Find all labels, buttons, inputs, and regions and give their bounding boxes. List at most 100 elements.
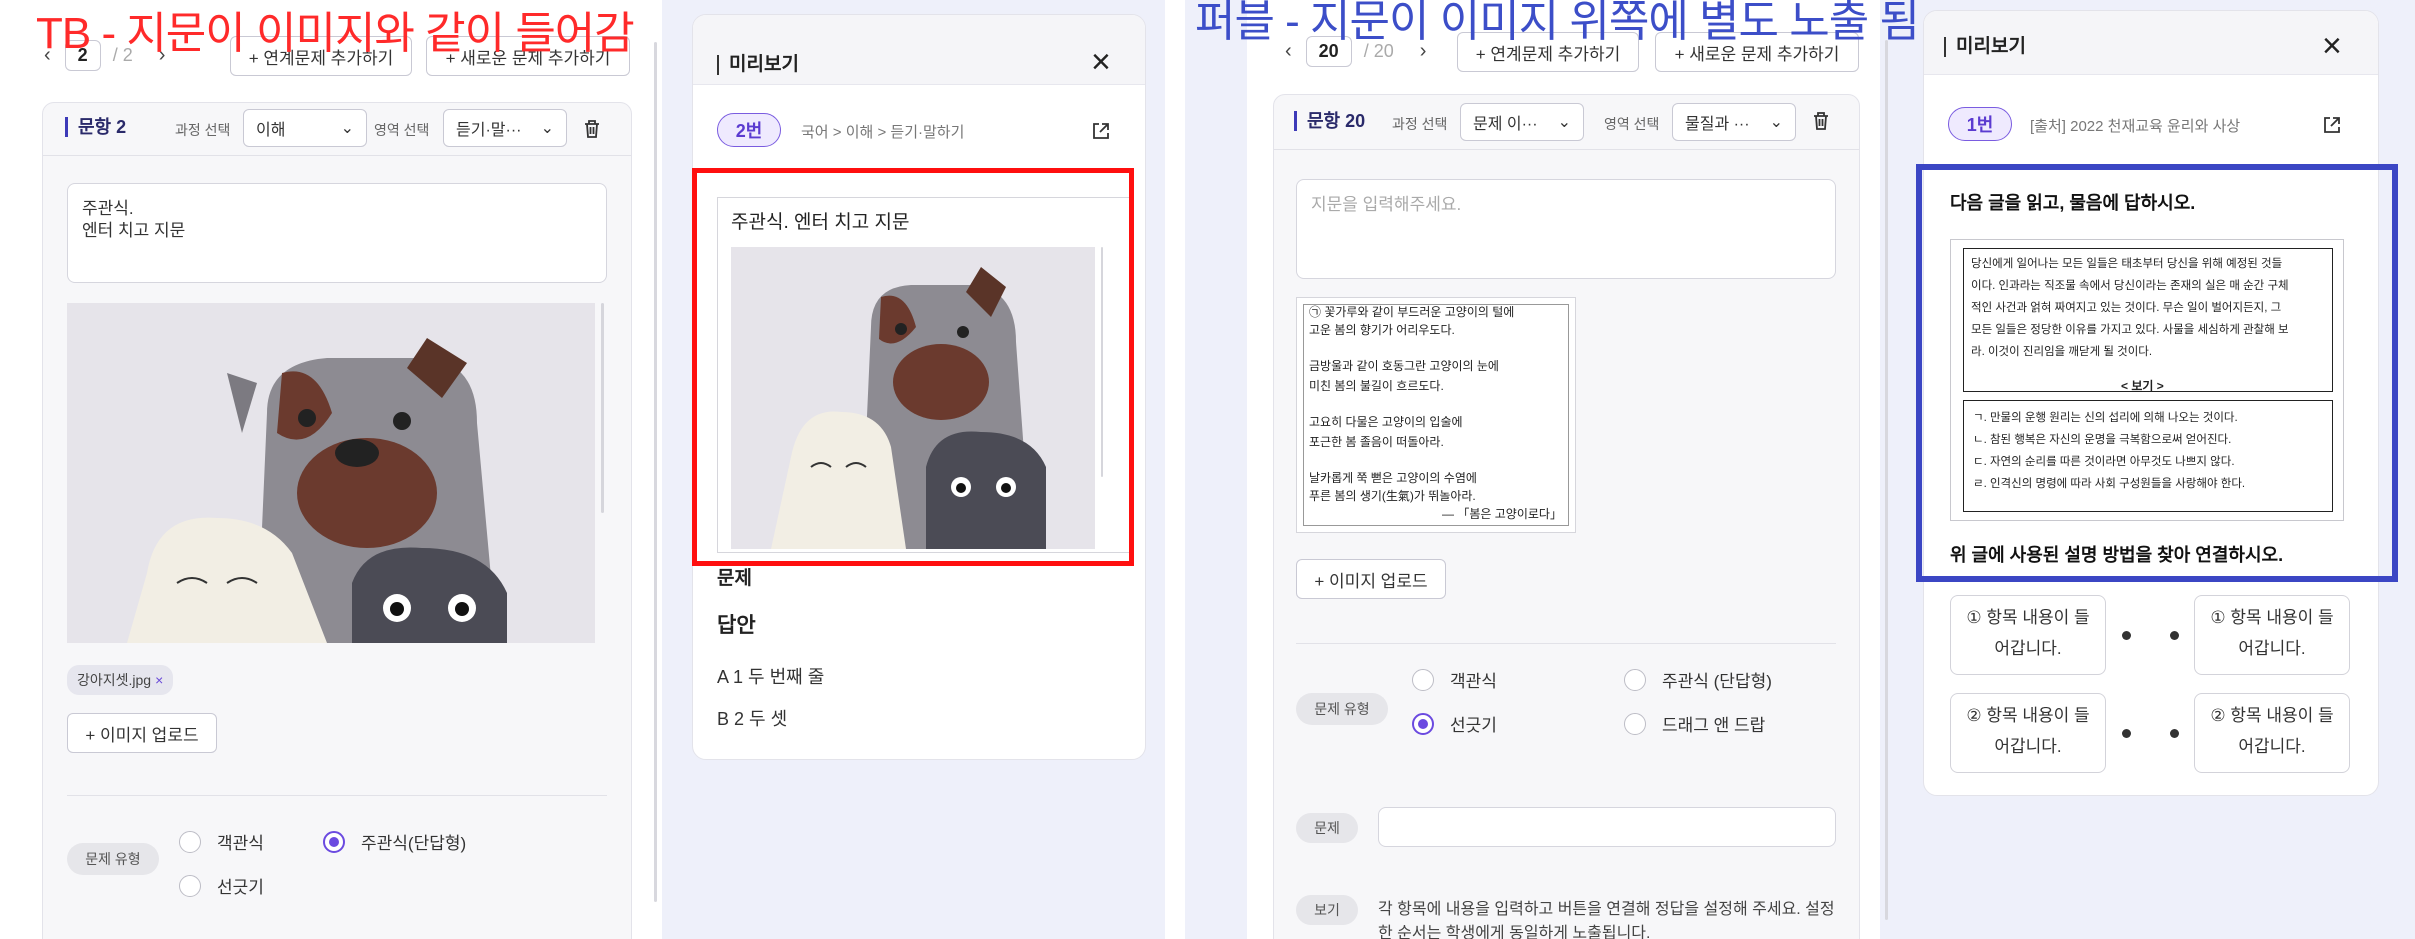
- match-left-item-2[interactable]: ② 항목 내용이 들어갑니다.: [1950, 693, 2106, 773]
- pub-question-card: 문항 20 과정 선택 문제 이··· ⌄ 영역 선택 물질과 ··· ⌄ 지문을 …: [1273, 94, 1860, 939]
- upload-image-button[interactable]: + 이미지 업로드: [67, 713, 217, 753]
- upload-image-button[interactable]: + 이미지 업로드: [1296, 559, 1446, 599]
- chevron-down-icon: ⌄: [1769, 114, 1783, 131]
- preview-title: 미리보기: [1944, 37, 2026, 57]
- area-label: 영역 선택: [374, 122, 430, 138]
- question-number-badge: 2번: [717, 113, 781, 147]
- file-chip: 강아지셋.jpg ×: [67, 665, 174, 695]
- close-icon[interactable]: ×: [2322, 29, 2342, 63]
- tb-editor: ‹ 2 / 2 › + 연계문제 추가하기 + 새로운 문제 추가하기 문항 2…: [0, 0, 662, 939]
- trash-icon[interactable]: [583, 119, 601, 139]
- match-right-item-2[interactable]: ② 항목 내용이 들어갑니다.: [2194, 693, 2350, 773]
- tb-question-card: 문항 2 과정 선택 이해 ⌄ 영역 선택 듣기·말··· ⌄ 주관식. 엔터 치고…: [42, 102, 632, 939]
- match-text: ① 항목 내용이 들: [1966, 608, 2090, 627]
- course-value: 문제 이···: [1473, 116, 1538, 133]
- passage-line: 엔터 치고 지문: [82, 221, 186, 240]
- match-dot-left-2[interactable]: [2122, 729, 2131, 738]
- match-right-item-1[interactable]: ① 항목 내용이 들 어갑니다.: [2194, 595, 2350, 675]
- course-select[interactable]: 문제 이··· ⌄: [1460, 103, 1584, 141]
- question-title: 문항 20: [1294, 111, 1365, 131]
- question-title: 문항 2: [65, 117, 126, 137]
- match-left-item-1[interactable]: ① 항목 내용이 들어갑니다.: [1950, 595, 2106, 675]
- example-help-line: 각 항목에 내용을 입력하고 버튼을 연결해 정답을 설정해 주세요. 설정: [1378, 901, 1835, 918]
- chevron-down-icon: ⌄: [1557, 114, 1571, 131]
- radio-circle: [1412, 668, 1434, 691]
- radio-label: 객관식: [217, 834, 264, 853]
- pub-editor: ‹ 20 / 20 › + 연계문제 추가하기 + 새로운 문제 추가하기 문항…: [1185, 0, 1900, 939]
- radio-circle: [1624, 668, 1646, 691]
- match-text: 어갑니다.: [2238, 737, 2306, 756]
- radio-drag-drop[interactable]: 드래그 앤 드랍: [1624, 711, 1765, 736]
- course-value: 이해: [256, 122, 286, 139]
- area-select[interactable]: 물질과 ··· ⌄: [1672, 103, 1796, 141]
- preview-question-label: 문제: [717, 568, 752, 589]
- radio-label: 드래그 앤 드랍: [1662, 716, 1766, 735]
- preview-answer-item: B 2 두 셋: [717, 709, 788, 729]
- area-label: 영역 선택: [1604, 116, 1660, 132]
- radio-label: 선긋기: [1450, 716, 1497, 735]
- chevron-down-icon: ⌄: [540, 120, 554, 137]
- trash-icon[interactable]: [1812, 111, 1830, 131]
- radio-objective[interactable]: 객관식: [179, 829, 264, 854]
- match-text: ① 항목 내용이 들: [2210, 608, 2334, 627]
- match-dot-left-1[interactable]: [2122, 631, 2131, 640]
- example-help-line: 한 순서는 학생에게 동일하게 노출됩니다.: [1378, 925, 1651, 939]
- passage-textarea[interactable]: 주관식. 엔터 치고 지문: [67, 183, 607, 283]
- external-link-icon[interactable]: [2322, 115, 2342, 135]
- radio-circle: [179, 830, 201, 853]
- course-label: 과정 선택: [175, 122, 231, 138]
- question-input[interactable]: [1378, 807, 1836, 847]
- preview-answer-title: 답안: [717, 614, 756, 637]
- area-value: 듣기·말···: [456, 122, 522, 139]
- passage-textarea[interactable]: 지문을 입력해주세요.: [1296, 179, 1836, 279]
- preview-answer-item: A 1 두 번째 줄: [717, 667, 825, 687]
- match-dot-right-1[interactable]: [2170, 631, 2179, 640]
- example-label: 보기: [1296, 895, 1358, 925]
- passage-line: 주관식.: [82, 199, 134, 218]
- poem-image: ㉠ 꽃가루와 같이 부드러운 고양이의 털에 고운 봄의 향기가 어리우도다. …: [1296, 297, 1576, 533]
- area-value: 물질과 ···: [1685, 116, 1750, 133]
- close-icon[interactable]: ×: [155, 672, 163, 688]
- match-text: ② 항목 내용이 들: [1966, 706, 2090, 725]
- radio-circle: [1624, 712, 1646, 735]
- poem-line: 금방울과 같이 호동그란 고양이의 눈에: [1309, 359, 1499, 373]
- radio-line[interactable]: 선긋기: [1412, 711, 1497, 736]
- section-divider: [1165, 0, 1185, 939]
- question-number-badge: 1번: [1948, 107, 2012, 141]
- radio-label: 객관식: [1450, 672, 1497, 691]
- radio-circle-checked: [1412, 712, 1434, 735]
- area-select[interactable]: 듣기·말··· ⌄: [443, 109, 567, 147]
- poem-line: 포근한 봄 졸음이 떠돌아라.: [1309, 435, 1444, 449]
- radio-short-answer[interactable]: 주관식 (단답형): [1624, 667, 1772, 692]
- preview-title: 미리보기: [717, 55, 799, 75]
- radio-line[interactable]: 선긋기: [179, 873, 264, 898]
- file-name: 강아지셋.jpg: [77, 672, 152, 688]
- question-type-label: 문제 유형: [1296, 693, 1388, 725]
- dog-image: [67, 303, 595, 643]
- course-select[interactable]: 이해 ⌄: [243, 109, 367, 147]
- close-icon[interactable]: ×: [1091, 45, 1111, 79]
- highlight-box-blue: [1916, 164, 2398, 582]
- question-type-label: 문제 유형: [67, 843, 159, 875]
- match-text: 어갑니다.: [1994, 737, 2062, 756]
- poem-source: — 「봄은 고양이로다」: [1442, 507, 1562, 521]
- annotation-left: TB - 지문이 이미지와 같이 들어감: [36, 9, 635, 58]
- radio-label: 선긋기: [217, 878, 264, 897]
- radio-label: 주관식 (단답형): [1662, 672, 1772, 691]
- question-label: 문제: [1296, 813, 1358, 843]
- highlight-box-red: [692, 168, 1134, 566]
- poem-line: 고요히 다물은 고양이의 입술에: [1309, 415, 1463, 429]
- match-text: ② 항목 내용이 들: [2210, 706, 2334, 725]
- radio-circle: [179, 874, 201, 897]
- radio-short-answer[interactable]: 주관식(단답형): [323, 829, 466, 854]
- poem-line: 고운 봄의 향기가 어리우도다.: [1309, 323, 1455, 337]
- radio-label: 주관식(단답형): [361, 834, 467, 853]
- poem-line: 미친 봄의 불길이 흐르도다.: [1309, 379, 1444, 393]
- radio-objective[interactable]: 객관식: [1412, 667, 1497, 692]
- course-label: 과정 선택: [1392, 116, 1448, 132]
- radio-circle-checked: [323, 830, 345, 853]
- match-dot-right-2[interactable]: [2170, 729, 2179, 738]
- match-text: 어갑니다.: [1994, 639, 2062, 658]
- source-label: [출처] 2022 천재교육 윤리와 사상: [2030, 118, 2241, 135]
- external-link-icon[interactable]: [1091, 121, 1111, 141]
